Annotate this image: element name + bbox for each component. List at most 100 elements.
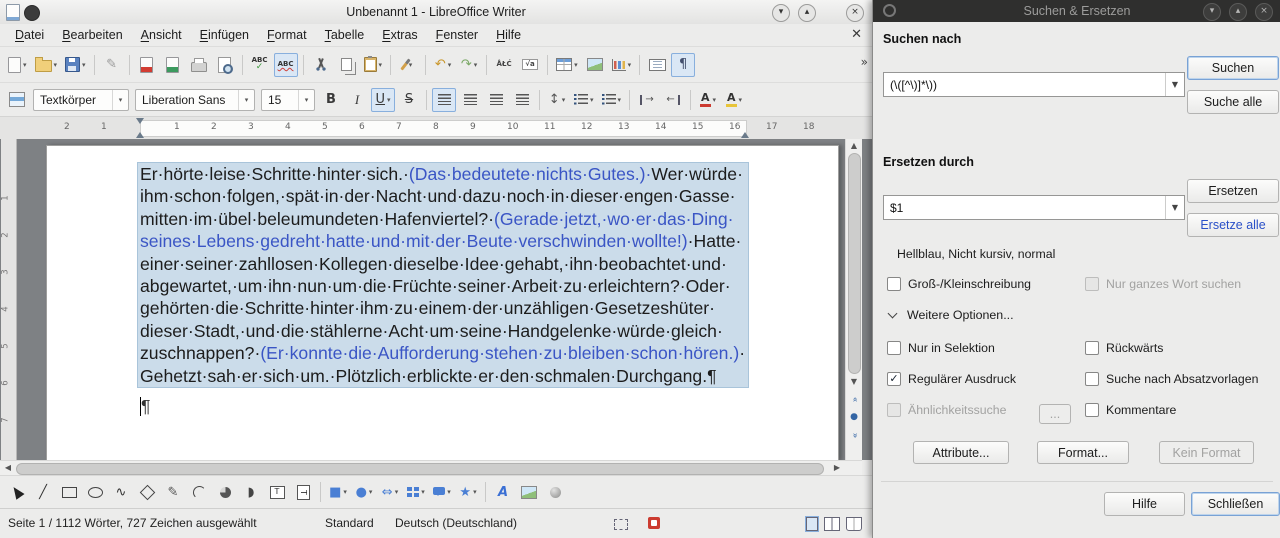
indent-marker-left[interactable] [136,118,144,124]
language-status[interactable]: Deutsch (Deutschland) [395,516,517,530]
document-modified-icon[interactable] [648,517,660,529]
chevron-down-icon[interactable]: ▾ [298,89,314,110]
formatting-marks-icon[interactable]: ¶ [671,52,696,77]
special-character-icon[interactable]: ÅŁĆ [492,53,516,77]
checkbox-regulärer-ausdruck[interactable]: ✓ Regulärer Ausdruck [887,371,1016,387]
navigate-by-icon[interactable]: ● [846,409,862,426]
next-page-icon[interactable]: » [846,427,862,444]
ellipse-icon[interactable] [83,480,107,504]
menu-ansicht[interactable]: Ansicht [132,24,191,46]
checkbox-nur-in-selektion[interactable]: Nur in Selektion [887,340,995,356]
menu-tabelle[interactable]: Tabelle [316,24,374,46]
insert-textbox-icon[interactable] [645,53,669,77]
chevron-down-icon[interactable]: ▼ [1165,73,1184,96]
document-text[interactable]: Er·​hörte·​leise·​Schritte·​hinter·​sich… [137,162,749,417]
indent-marker-right[interactable] [741,132,749,138]
maximize-button[interactable]: ▴ [1229,3,1247,21]
bullet-list-dropdown-arrow[interactable]: ▾ [590,96,594,104]
title-bar[interactable]: Unbenannt 1 - LibreOffice Writer ▾ ▴ × [0,0,872,25]
more-options-expander[interactable]: Weitere Optionen... [887,308,1014,322]
open-file-dropdown-arrow[interactable]: ▾ [54,61,58,69]
checkbox-box[interactable] [887,277,901,291]
callouts-dropdown-arrow[interactable]: ▾ [447,488,451,496]
insert-image-icon[interactable] [583,53,607,77]
menu-einfügen[interactable]: Einfügen [191,24,258,46]
checkbox-box[interactable] [1085,403,1099,417]
flowchart-icon[interactable]: ▾ [404,480,428,504]
export-pdf-icon[interactable] [135,53,159,77]
insert-chart-icon[interactable]: ▾ [609,53,635,77]
line-icon[interactable]: ╱ [31,480,55,504]
single-page-view-icon[interactable] [805,516,819,532]
close-button[interactable]: × [1255,3,1273,21]
insert-table-icon[interactable]: ▾ [553,53,581,77]
checkbox-groß-kleinschreibung[interactable]: Groß-/Kleinschreibung [887,276,1031,292]
print-preview-icon[interactable] [213,53,237,77]
decrease-indent-icon[interactable]: ← [661,88,685,112]
open-file-icon[interactable]: ▾ [32,53,61,77]
flowchart-dropdown-arrow[interactable]: ▾ [421,488,425,496]
align-left-icon[interactable] [432,87,456,112]
italic-icon[interactable]: I [345,88,369,112]
selection-mode-icon[interactable] [614,519,628,530]
save-icon[interactable]: ▾ [62,53,89,77]
circle-segment-icon[interactable]: ◗ [239,480,263,504]
vertical-text-icon[interactable]: T [291,480,315,504]
redo-dropdown-arrow[interactable]: ▾ [474,61,478,69]
extrusion-icon[interactable] [543,480,567,504]
edit-mode-icon[interactable]: ✎ [100,53,124,77]
toolbar-overflow-button[interactable]: » [861,55,868,69]
insert-table-dropdown-arrow[interactable]: ▾ [574,61,578,69]
highlight-color-icon[interactable]: A ▾ [722,88,746,112]
insert-chart-dropdown-arrow[interactable]: ▾ [628,61,632,69]
font-color-icon[interactable]: A ▾ [696,88,720,112]
paragraph-style-panel-icon[interactable] [5,88,29,112]
font-name-combo[interactable]: Liberation Sans ▾ [135,88,255,111]
ellipse-pie-icon[interactable] [213,480,237,504]
basic-shapes-dropdown-arrow[interactable]: ▾ [343,488,347,496]
symbol-shapes-dropdown-arrow[interactable]: ▾ [369,488,373,496]
select-icon[interactable] [5,480,29,504]
search-input[interactable]: (\([^\)]*\)) ▼ [883,72,1185,97]
align-justify-icon[interactable] [510,88,534,112]
indent-marker-left-bottom[interactable] [136,132,144,138]
previous-page-icon[interactable]: « [846,391,862,408]
chevron-down-icon[interactable]: ▼ [1165,196,1184,219]
vertical-ruler[interactable]: 1 2 3 4 5 6 7 [1,139,17,460]
menu-bearbeiten[interactable]: Bearbeiten [53,24,131,46]
curve-icon[interactable]: ∿ [109,480,133,504]
cut-icon[interactable] [309,53,333,77]
arc-icon[interactable] [187,480,211,504]
stars-icon[interactable]: ★ ▾ [456,480,480,504]
clone-formatting-icon[interactable]: ▾ [396,53,420,77]
document-page[interactable]: Er·​hörte·​leise·​Schritte·​hinter·​sich… [46,145,839,460]
numbered-list-dropdown-arrow[interactable]: ▾ [618,96,622,104]
checkbox-box[interactable] [1085,372,1099,386]
increase-indent-icon[interactable]: → [635,88,659,112]
highlight-color-dropdown-arrow[interactable]: ▾ [739,96,743,104]
bold-icon[interactable]: B [319,88,343,112]
undo-dropdown-arrow[interactable]: ▾ [448,61,452,69]
basic-shapes-icon[interactable]: ■ ▾ [326,480,350,504]
insert-formula-icon[interactable]: √a [518,53,542,77]
auto-spellcheck-icon[interactable]: ABC [273,52,298,77]
new-document-dropdown-arrow[interactable]: ▾ [23,61,27,69]
block-arrows-dropdown-arrow[interactable]: ▾ [395,488,399,496]
help-button[interactable]: Hilfe [1104,492,1185,516]
freeform-line-icon[interactable]: ✎ [161,480,185,504]
menu-format[interactable]: Format [258,24,316,46]
scroll-right-icon[interactable]: ▶ [830,461,844,475]
redo-icon[interactable]: ↷ ▾ [457,53,481,77]
stars-dropdown-arrow[interactable]: ▾ [473,488,477,496]
minimize-button[interactable]: ▾ [772,4,790,22]
book-view-icon[interactable] [846,517,862,531]
undo-icon[interactable]: ↶ ▾ [431,53,455,77]
horizontal-scrollbar-thumb[interactable] [16,463,824,475]
line-spacing-dropdown-arrow[interactable]: ▾ [562,96,566,104]
menu-datei[interactable]: Datei [6,24,53,46]
new-document-icon[interactable]: ▾ [5,53,30,77]
page-style-status[interactable]: Standard [325,516,374,530]
chevron-down-icon[interactable]: ▾ [238,89,254,110]
numbered-list-icon[interactable]: ▾ [599,88,625,112]
minimize-button[interactable]: ▾ [1203,3,1221,21]
